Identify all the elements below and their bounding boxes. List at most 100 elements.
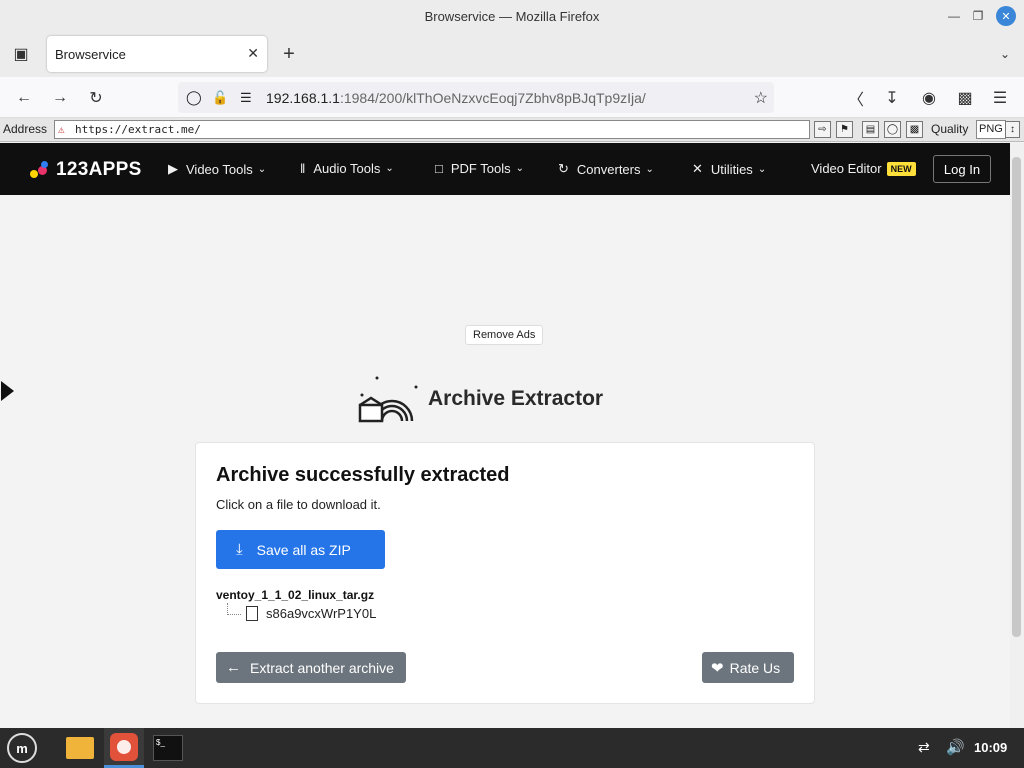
network-icon[interactable]: ⇄: [918, 739, 930, 756]
logo-dots-icon: [30, 161, 52, 179]
menu-icon[interactable]: ☰: [987, 85, 1013, 111]
save-all-zip-button[interactable]: ⤓ Save all as ZIP: [216, 530, 385, 569]
rate-us-label: Rate Us: [729, 659, 781, 676]
extensions-icon[interactable]: ▩: [952, 85, 978, 111]
window-titlebar: Browservice — Mozilla Firefox — ❐ ✕: [0, 0, 1024, 33]
window-title: Browservice — Mozilla Firefox: [424, 9, 600, 24]
file-item[interactable]: s86a9vcxWrP1Y0L: [246, 606, 376, 621]
chevron-down-icon: ⌄: [385, 163, 394, 174]
taskbar: m $_ ⇄ 🔊 10:09: [0, 728, 1024, 768]
refresh-icon: ↻: [558, 161, 569, 176]
tools-icon: ✕: [692, 161, 703, 176]
shield-icon[interactable]: ◯: [186, 89, 202, 106]
site-header: 123APPS ▶ Video Tools ⌄ ‖ Audio Tools ⌄ …: [0, 143, 1010, 195]
tree-connector: [227, 603, 241, 615]
waveform-icon: ‖: [300, 161, 306, 176]
extract-another-label: Extract another archive: [250, 659, 394, 676]
nav-video-editor[interactable]: Video Editor NEW: [811, 161, 916, 176]
tab-title: Browservice: [55, 46, 126, 62]
archive-rainbow-icon: [358, 376, 418, 423]
save-zip-label: Save all as ZIP: [256, 541, 351, 558]
chevron-down-icon: ⌄: [757, 163, 767, 175]
tab-browservice[interactable]: Browservice ✕: [47, 36, 267, 72]
terminal-icon[interactable]: $_: [148, 728, 188, 768]
scrollbar-thumb[interactable]: [1012, 157, 1021, 637]
url-bar[interactable]: ◯ 🔓 ☰ 192.168.1.1:1984/200/klThOeNzxvcEo…: [178, 82, 774, 113]
volume-icon[interactable]: 🔊: [946, 738, 965, 756]
nav-utilities[interactable]: ✕ Utilities ⌄: [692, 161, 766, 177]
video-editor-label: Video Editor: [811, 161, 882, 176]
page-viewport: 123APPS ▶ Video Tools ⌄ ‖ Audio Tools ⌄ …: [0, 143, 1010, 728]
file-name: s86a9vcxWrP1Y0L: [266, 606, 377, 621]
forward-button[interactable]: →: [47, 85, 73, 111]
tab-overview-icon[interactable]: ▣: [8, 41, 34, 67]
nav-label: Utilities: [710, 161, 753, 177]
address-url: https://extract.me/: [75, 123, 201, 136]
new-tab-button[interactable]: +: [276, 41, 302, 67]
quality-select[interactable]: PNG: [976, 120, 1006, 139]
account-icon[interactable]: ◉: [916, 85, 942, 111]
firefox-icon[interactable]: [104, 728, 144, 768]
bookmark-star-icon[interactable]: ☆: [754, 88, 768, 108]
remove-ads-button[interactable]: Remove Ads: [465, 325, 544, 345]
insecure-icon: ⚠: [58, 123, 65, 136]
chevron-down-icon: ⌄: [257, 163, 267, 175]
find-icon[interactable]: ◯: [884, 121, 901, 138]
nav-label: Audio Tools: [313, 161, 381, 176]
maximize-button[interactable]: ❐: [968, 6, 988, 26]
logo-text: 123APPS: [56, 159, 142, 180]
quality-label: Quality: [931, 122, 969, 136]
tab-list-chevron-icon[interactable]: ⌄: [992, 41, 1018, 67]
result-subtext: Click on a file to download it.: [216, 497, 381, 512]
mint-menu-icon[interactable]: m: [2, 728, 42, 768]
go-icon[interactable]: ⇨: [814, 121, 831, 138]
clock[interactable]: 10:09: [974, 740, 1007, 755]
archive-name[interactable]: ventoy_1_1_02_linux_tar.gz: [216, 588, 374, 602]
back-button[interactable]: ←: [11, 85, 37, 111]
downloads-icon[interactable]: ↧: [879, 85, 905, 111]
minimize-button[interactable]: —: [944, 6, 964, 26]
app-title: Archive Extractor: [358, 373, 603, 425]
url-host: 192.168.1.1: [266, 89, 340, 106]
login-button[interactable]: Log In: [933, 155, 991, 183]
document-icon: □: [435, 161, 443, 176]
tab-close-icon[interactable]: ✕: [247, 45, 259, 62]
bookmark-icon[interactable]: ⚑: [836, 121, 853, 138]
url-path: :1984/200/klThOeNzxvcEoqj7Zbhv8pBJqTp9zI…: [339, 89, 646, 106]
files-icon[interactable]: [60, 728, 100, 768]
insecure-lock-icon[interactable]: 🔓: [212, 90, 228, 106]
site-logo[interactable]: 123APPS: [30, 159, 142, 181]
rate-us-button[interactable]: ❤ Rate Us: [702, 652, 794, 683]
file-icon: [246, 606, 258, 621]
app-title-text: Archive Extractor: [428, 387, 604, 410]
tab-bar: ▣ Browservice ✕ + ⌄: [0, 33, 1024, 77]
heart-icon: ❤: [711, 659, 724, 677]
nav-label: Video Tools: [186, 161, 253, 177]
page-scrollbar[interactable]: [1010, 143, 1024, 728]
permissions-icon[interactable]: ☰: [240, 90, 252, 106]
close-button[interactable]: ✕: [996, 6, 1016, 26]
nav-label: PDF Tools: [450, 161, 511, 176]
chevron-down-icon: ⌄: [645, 163, 654, 175]
nav-video-tools[interactable]: ▶ Video Tools ⌄: [168, 161, 266, 177]
browservice-toolbar: Address ⚠ https://extract.me/ ⇨ ⚑ ▤ ◯ ▩ …: [0, 118, 1024, 142]
pocket-icon[interactable]: 〈: [843, 85, 869, 111]
reload-button[interactable]: ↻: [83, 85, 109, 111]
nav-audio-tools[interactable]: ‖ Audio Tools ⌄: [300, 161, 394, 176]
clipboard-icon[interactable]: ▩: [906, 121, 923, 138]
arrow-left-icon: ←: [226, 659, 241, 676]
new-badge: NEW: [886, 161, 916, 176]
download-icon: ⤓: [236, 541, 243, 558]
address-input[interactable]: ⚠ https://extract.me/: [54, 120, 810, 139]
mouse-cursor: [1, 381, 14, 401]
chevron-down-icon: ⌄: [515, 163, 524, 174]
navigation-toolbar: ← → ↻ ◯ 🔓 ☰ 192.168.1.1:1984/200/klThOeN…: [0, 77, 1024, 118]
nav-pdf-tools[interactable]: □ PDF Tools ⌄: [435, 161, 524, 176]
extract-another-button[interactable]: ← Extract another archive: [216, 652, 406, 683]
quality-stepper[interactable]: ↕: [1005, 121, 1020, 138]
nav-label: Converters: [576, 161, 641, 177]
nav-converters[interactable]: ↻ Converters ⌄: [558, 161, 654, 177]
bookmarks-list-icon[interactable]: ▤: [862, 121, 879, 138]
play-circle-icon: ▶: [168, 161, 178, 176]
address-label: Address: [3, 122, 48, 136]
